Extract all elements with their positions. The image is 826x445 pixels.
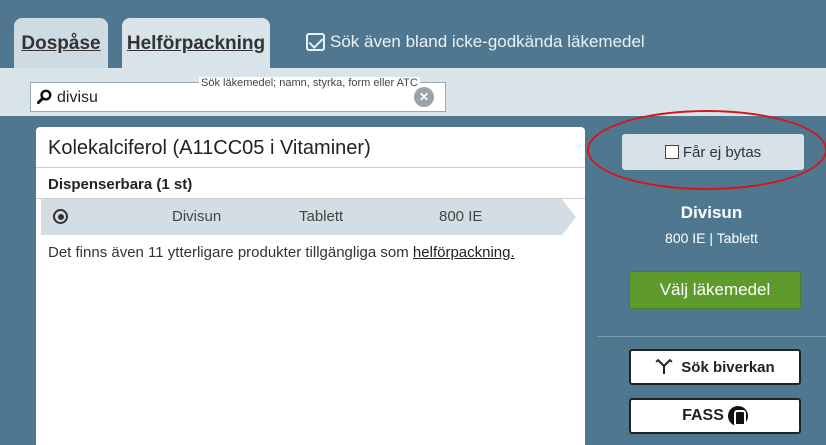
product-strength-cell: 800 IE xyxy=(439,208,483,225)
checkbox-checked-icon[interactable] xyxy=(306,33,325,51)
tab-dospase[interactable]: Dospåse xyxy=(14,18,108,70)
product-row[interactable]: Divisun Tablett 800 IE xyxy=(41,199,562,235)
fass-label: FASS xyxy=(682,407,724,424)
more-products-label: Det finns även 11 ytterligare produkter … xyxy=(48,244,413,261)
fass-button[interactable]: FASS xyxy=(629,398,801,434)
fass-logo-icon xyxy=(727,406,748,426)
divider xyxy=(597,336,826,337)
product-detail-panel: Får ej bytas Divisun 800 IE | Tablett Vä… xyxy=(587,110,826,445)
search-side-effects-button[interactable]: Sök biverkan xyxy=(629,349,801,385)
drug-title: Kolekalciferol (A11CC05 i Vitaminer) xyxy=(48,137,371,159)
drug-panel: Kolekalciferol (A11CC05 i Vitaminer) Dis… xyxy=(36,127,585,445)
highlight-ellipse xyxy=(587,110,826,190)
tab-dospase-label: Dospåse xyxy=(21,33,101,54)
more-products-text: Det finns även 11 ytterligare produkter … xyxy=(48,244,515,261)
search-all-checkbox[interactable]: Sök även bland icke-godkända läkemedel xyxy=(306,32,645,52)
search-area: divisu Sök läkemedel; namn, styrka, form… xyxy=(0,68,826,116)
selected-product-details: 800 IE | Tablett xyxy=(665,230,758,246)
search-side-effects-label: Sök biverkan xyxy=(681,358,775,376)
tab-helforpackning[interactable]: Helförpackning xyxy=(122,18,270,70)
tab-helforpackning-label: Helförpackning xyxy=(126,33,266,54)
search-all-checkbox-label: Sök även bland icke-godkända läkemedel xyxy=(330,32,645,51)
product-form-cell: Tablett xyxy=(299,208,344,225)
divider xyxy=(36,167,585,168)
clear-search-button[interactable]: ✕ xyxy=(414,87,434,107)
select-drug-button[interactable]: Välj läkemedel xyxy=(629,271,801,309)
product-name-cell: Divisun xyxy=(172,208,222,225)
section-label: Dispenserbara (1 st) xyxy=(48,176,193,193)
search-icon xyxy=(37,89,52,104)
search-input[interactable]: divisu Sök läkemedel; namn, styrka, form… xyxy=(30,77,446,112)
side-effects-icon xyxy=(655,358,673,374)
selected-product-name: Divisun xyxy=(680,203,743,222)
row-pointer-arrow xyxy=(562,199,576,235)
helforpackning-link[interactable]: helförpackning. xyxy=(413,244,515,261)
search-placeholder-hint: Sök läkemedel; namn, styrka, form eller … xyxy=(199,77,420,89)
tab-bar: Dospåse Helförpackning Sök även bland ic… xyxy=(0,0,826,70)
radio-selected-icon[interactable] xyxy=(53,209,68,224)
close-icon: ✕ xyxy=(418,90,430,104)
search-value: divisu xyxy=(57,89,98,106)
